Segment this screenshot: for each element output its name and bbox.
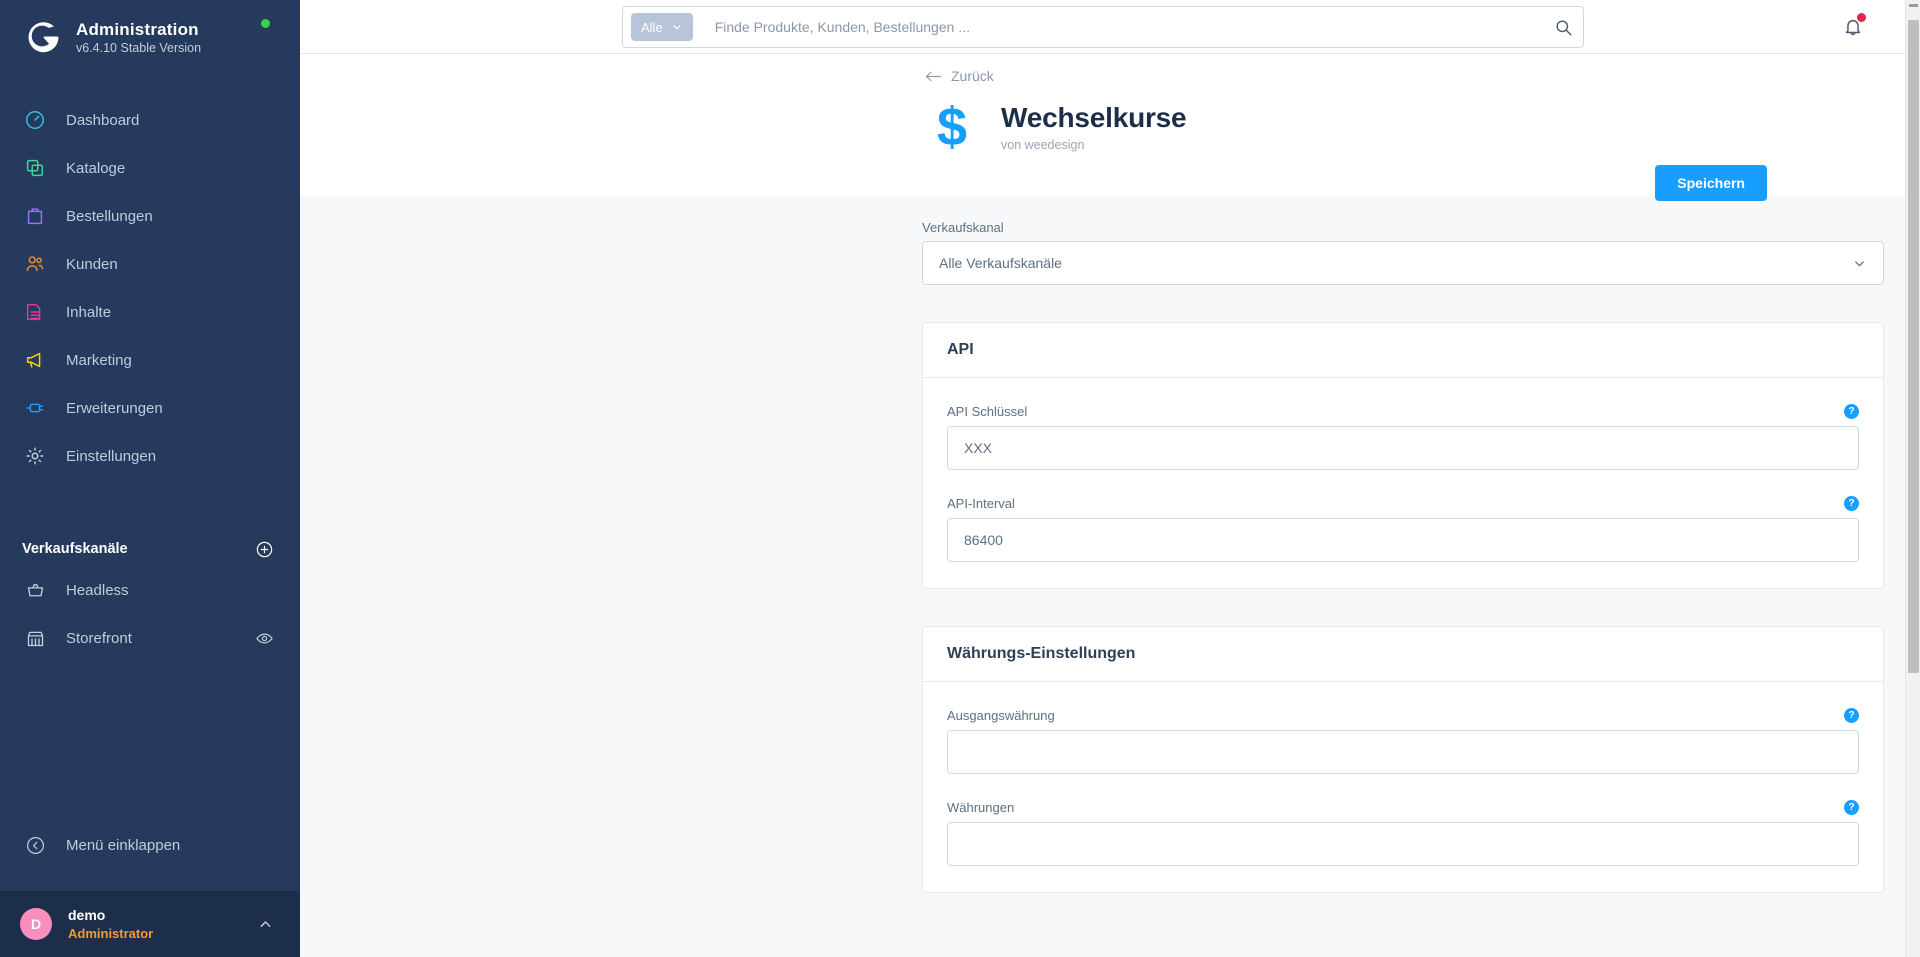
- base-currency-input[interactable]: [947, 730, 1859, 774]
- currencies-field: Währungen ?: [947, 800, 1859, 866]
- api-interval-label: API-Interval: [947, 496, 1015, 511]
- status-dot: [261, 19, 270, 28]
- content-icon: [22, 299, 48, 325]
- sidebar-item-label: Kataloge: [66, 159, 126, 177]
- api-interval-input[interactable]: [947, 518, 1859, 562]
- page-title-row: $ Wechselkurse von weedesign: [925, 100, 1920, 154]
- sidebar-item-storefront[interactable]: Storefront: [0, 614, 300, 662]
- users-icon: [22, 251, 48, 277]
- scrollbar-thumb[interactable]: [1908, 20, 1919, 673]
- search-scope-dropdown[interactable]: Alle: [631, 13, 693, 41]
- save-button[interactable]: Speichern: [1655, 165, 1767, 201]
- back-link[interactable]: Zurück: [925, 68, 994, 84]
- shopware-logo-icon: [22, 18, 62, 58]
- sidebar-item-label: Storefront: [66, 629, 132, 647]
- currency-settings-card-title: Währungs-Einstellungen: [923, 627, 1883, 682]
- help-icon[interactable]: ?: [1844, 404, 1859, 419]
- user-name: demo: [68, 906, 106, 923]
- page-scrollbar[interactable]: [1905, 0, 1920, 957]
- chevron-up-icon[interactable]: [257, 916, 274, 933]
- global-search[interactable]: Alle: [622, 6, 1584, 48]
- collapse-menu-button[interactable]: Menü einklappen: [0, 821, 300, 869]
- sidebar-item-label: Erweiterungen: [66, 399, 163, 417]
- catalog-icon: [22, 155, 48, 181]
- sales-channels-title: Verkaufskanäle: [22, 541, 128, 557]
- sidebar-item-marketing[interactable]: Marketing: [0, 336, 300, 384]
- arrow-left-icon: [925, 71, 942, 81]
- dollar-sign-icon: $: [936, 97, 968, 157]
- api-interval-field: API-Interval ?: [947, 496, 1859, 562]
- base-currency-label: Ausgangswährung: [947, 708, 1055, 723]
- back-label: Zurück: [951, 68, 994, 84]
- help-icon[interactable]: ?: [1844, 708, 1859, 723]
- sidebar-item-bestellungen[interactable]: Bestellungen: [0, 192, 300, 240]
- user-role: Administrator: [68, 925, 154, 941]
- help-icon[interactable]: ?: [1844, 800, 1859, 815]
- sidebar-item-label: Inhalte: [66, 303, 112, 321]
- sidebar-item-label: Headless: [66, 581, 129, 599]
- sales-channel-select[interactable]: Alle Verkaufskanäle: [922, 241, 1884, 285]
- collapse-menu-label: Menü einklappen: [66, 836, 181, 854]
- currencies-input[interactable]: [947, 822, 1859, 866]
- chevron-down-icon: [673, 25, 681, 30]
- notifications-button[interactable]: [1842, 13, 1866, 43]
- gear-icon: [22, 443, 48, 469]
- api-key-input[interactable]: [947, 426, 1859, 470]
- sidebar-item-inhalte[interactable]: Inhalte: [0, 288, 300, 336]
- sidebar-item-label: Bestellungen: [66, 207, 153, 225]
- page-header: Zurück $ Wechselkurse von weedesign Spei…: [300, 54, 1920, 201]
- page-content: Verkaufskanal Alle Verkaufskanäle API AP…: [300, 196, 1920, 956]
- sales-channel-value: Alle Verkaufskanäle: [939, 255, 1062, 271]
- brand-header[interactable]: Administration v6.4.10 Stable Version: [0, 0, 300, 74]
- api-card-title: API: [923, 323, 1883, 378]
- avatar: D: [20, 908, 52, 940]
- help-icon[interactable]: ?: [1844, 496, 1859, 511]
- search-icon[interactable]: [1554, 18, 1573, 37]
- sidebar-item-label: Einstellungen: [66, 447, 157, 465]
- sidebar-item-dashboard[interactable]: Dashboard: [0, 96, 300, 144]
- main-area: Alle Zurück: [300, 0, 1920, 957]
- search-scope-label: Alle: [641, 19, 663, 35]
- chevron-down-icon: [1852, 256, 1867, 271]
- sidebar-item-erweiterungen[interactable]: Erweiterungen: [0, 384, 300, 432]
- sidebar-item-label: Marketing: [66, 351, 132, 369]
- sales-channel-field: Verkaufskanal Alle Verkaufskanäle: [922, 220, 1884, 285]
- storefront-icon: [22, 625, 48, 651]
- sidebar-item-kunden[interactable]: Kunden: [0, 240, 300, 288]
- brand-title: Administration: [76, 20, 199, 40]
- sales-channels-header: Verkaufskanäle: [0, 532, 300, 566]
- page-title: Wechselkurse: [1001, 102, 1187, 133]
- currency-settings-card: Währungs-Einstellungen Ausgangswährung ?…: [922, 626, 1884, 893]
- notification-badge-dot: [1857, 13, 1866, 22]
- speedometer-icon: [22, 107, 48, 133]
- main-navigation: Dashboard Kataloge Bestellungen Kunden I…: [0, 96, 300, 480]
- megaphone-icon: [22, 347, 48, 373]
- plugin-icon: [22, 395, 48, 421]
- topbar: Alle: [300, 0, 1920, 54]
- sidebar-item-headless[interactable]: Headless: [0, 566, 300, 614]
- sidebar-item-label: Kunden: [66, 255, 118, 273]
- brand-version: v6.4.10 Stable Version: [76, 41, 202, 56]
- eye-icon[interactable]: [255, 629, 274, 648]
- basket-icon: [22, 577, 48, 603]
- sales-channel-label: Verkaufskanal: [922, 220, 1004, 235]
- api-key-field: API Schlüssel ?: [947, 404, 1859, 470]
- page-subtitle: von weedesign: [1001, 138, 1085, 152]
- api-card: API API Schlüssel ? API-Interval ?: [922, 322, 1884, 589]
- user-menu[interactable]: D demo Administrator: [0, 891, 300, 957]
- sidebar-item-label: Dashboard: [66, 111, 140, 129]
- sidebar: Administration v6.4.10 Stable Version Da…: [0, 0, 300, 957]
- currencies-label: Währungen: [947, 800, 1015, 815]
- base-currency-field: Ausgangswährung ?: [947, 708, 1859, 774]
- scrollbar-up-arrow[interactable]: [1909, 4, 1918, 7]
- chevron-left-circle-icon: [22, 832, 48, 858]
- api-key-label: API Schlüssel: [947, 404, 1028, 419]
- search-input[interactable]: [692, 19, 1554, 35]
- add-sales-channel-icon[interactable]: [255, 540, 274, 559]
- sidebar-item-kataloge[interactable]: Kataloge: [0, 144, 300, 192]
- bag-icon: [22, 203, 48, 229]
- sidebar-item-einstellungen[interactable]: Einstellungen: [0, 432, 300, 480]
